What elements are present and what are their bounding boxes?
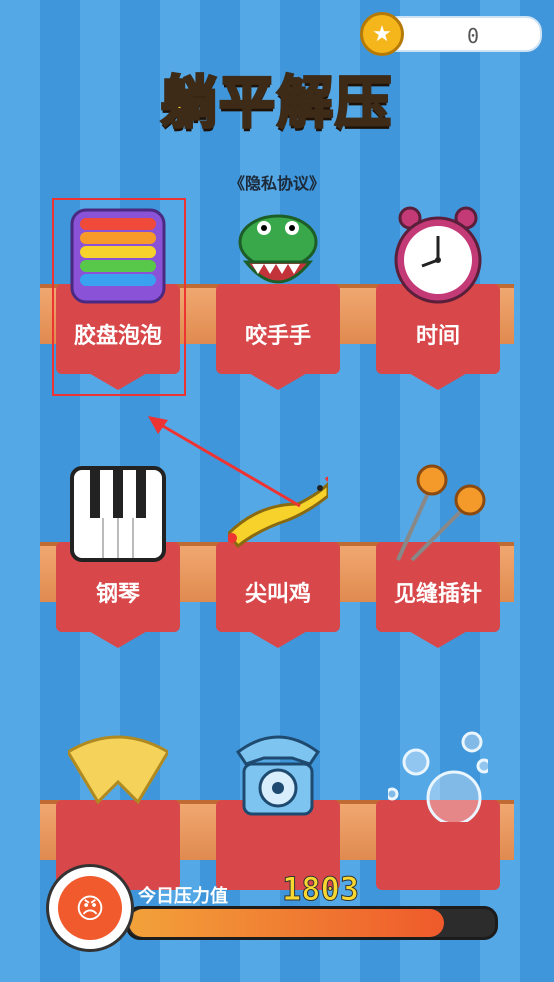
game-tile-pins[interactable]: 见缝插针 — [376, 464, 500, 652]
privacy-link[interactable]: 《隐私协议》 — [0, 170, 554, 194]
star-coin-icon: ★ — [360, 12, 404, 56]
title-text: 躺平解压 — [160, 70, 393, 138]
angry-face-icon: 😠 — [46, 864, 134, 952]
game-label: 见缝插针 — [393, 582, 482, 607]
game-tile-rubber-chicken[interactable]: 尖叫鸡 — [216, 476, 340, 652]
pressure-meter: 今日压力值 1803 😠 — [46, 864, 506, 956]
coin-track: 0 — [382, 16, 542, 52]
game-tile-crocodile[interactable]: 咬手手 — [216, 214, 340, 394]
highlight-box — [52, 198, 186, 396]
telephone-icon — [235, 735, 321, 816]
game-label: 钢琴 — [95, 582, 140, 607]
coin-counter: 0 ★ — [360, 12, 542, 56]
game-label: 咬手手 — [244, 324, 311, 349]
pressure-bar-fill — [129, 909, 444, 937]
bubbles-icon — [388, 731, 488, 822]
game-label: 时间 — [415, 324, 460, 349]
alarm-clock-icon — [394, 206, 482, 304]
pointer-arrow-icon — [148, 416, 301, 508]
pressure-value: 1803 — [281, 870, 360, 909]
game-tile-clock[interactable]: 时间 — [376, 206, 500, 394]
pizza-icon — [68, 735, 168, 805]
pressure-label: 今日压力值 — [138, 886, 228, 907]
pins-icon — [396, 464, 486, 562]
app-title: 躺平解压 — [0, 58, 554, 139]
pressure-bar — [126, 906, 498, 940]
game-label: 尖叫鸡 — [244, 582, 311, 607]
crocodile-icon — [238, 214, 318, 284]
coin-value: 0 — [466, 24, 480, 48]
game-tile-piano[interactable]: 钢琴 — [56, 466, 180, 652]
